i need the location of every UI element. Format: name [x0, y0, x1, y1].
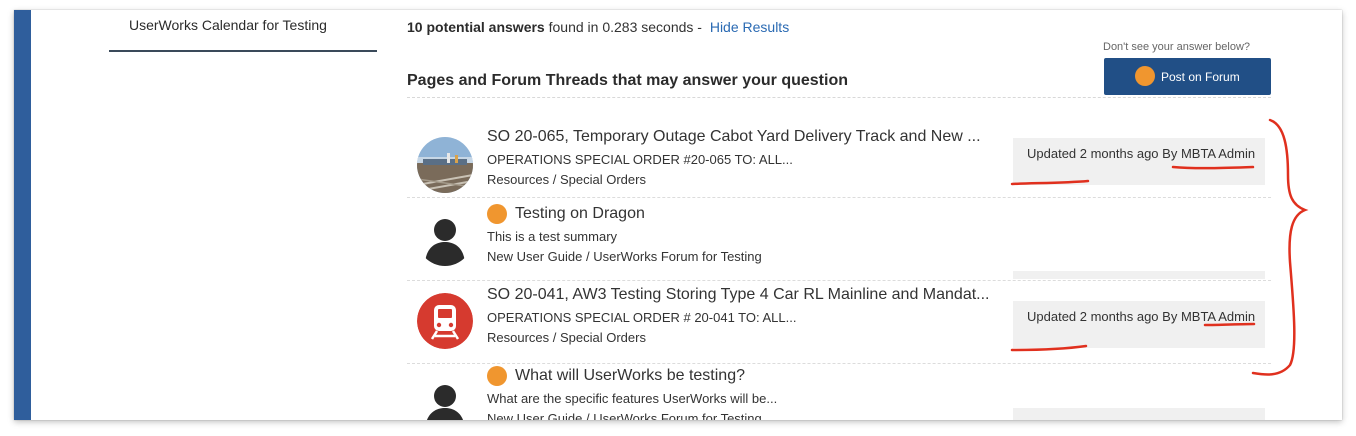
app-frame: UserWorks Calendar for Testing 10 potent… — [14, 10, 1342, 420]
result-summary: OPERATIONS SPECIAL ORDER #20-065 TO: ALL… — [487, 152, 793, 167]
section-divider — [407, 97, 1271, 98]
train-icon — [417, 293, 473, 349]
result-title-link[interactable]: Testing on Dragon — [487, 204, 1007, 224]
author-link[interactable]: MBTA Admin — [1181, 146, 1255, 161]
result-title-link[interactable]: SO 20-065, Temporary Outage Cabot Yard D… — [487, 127, 1007, 147]
result-path-link[interactable]: New User Guide / UserWorks Forum for Tes… — [487, 249, 1007, 264]
result-path-link[interactable]: New User Guide / UserWorks Forum for Tes… — [487, 411, 1007, 420]
result-meta: Updated 2 months ago By MBTA Admin — [1013, 138, 1265, 185]
results-count: 10 potential answers — [407, 19, 545, 35]
sidebar-item-calendar[interactable]: UserWorks Calendar for Testing — [109, 10, 377, 52]
user-silhouette-icon — [417, 210, 473, 266]
forum-dot-icon — [487, 366, 507, 386]
section-title: Pages and Forum Threads that may answer … — [407, 72, 848, 89]
result-title-text: SO 20-041, AW3 Testing Storing Type 4 Ca… — [487, 286, 990, 303]
result-summary: What are the specific features UserWorks… — [487, 391, 778, 406]
result-row[interactable]: Testing on Dragon This is a test summary… — [407, 198, 1271, 281]
result-row[interactable]: SO 20-041, AW3 Testing Storing Type 4 Ca… — [407, 281, 1271, 364]
yard-photo-thumbnail — [417, 137, 473, 193]
left-accent-bar — [14, 10, 31, 420]
result-title-text: What will UserWorks be testing? — [515, 367, 745, 384]
result-summary: This is a test summary — [487, 229, 618, 244]
result-meta — [1013, 271, 1265, 279]
result-title-text: Testing on Dragon — [515, 205, 645, 222]
results-time: found in 0.283 seconds - — [544, 19, 706, 35]
author-link[interactable]: MBTA Admin — [1181, 309, 1255, 324]
forum-dot-icon — [1135, 66, 1155, 86]
forum-dot-icon — [487, 204, 507, 224]
meta-updated-text: Updated 2 months ago By — [1027, 146, 1181, 161]
result-path-link[interactable]: Resources / Special Orders — [487, 172, 1007, 187]
sidebar-item-label: UserWorks Calendar for Testing — [129, 17, 327, 33]
hide-results-link[interactable]: Hide Results — [710, 19, 789, 35]
user-silhouette-icon — [417, 376, 473, 420]
result-meta: Updated 2 months ago By MBTA Admin — [1013, 301, 1265, 348]
dont-see-answer-text: Don't see your answer below? — [1103, 41, 1251, 53]
result-path-link[interactable]: Resources / Special Orders — [487, 330, 1007, 345]
meta-updated-text: Updated 2 months ago By — [1027, 309, 1181, 324]
result-title-link[interactable]: What will UserWorks be testing? — [487, 366, 1007, 386]
result-meta — [1013, 408, 1265, 420]
result-row[interactable]: What will UserWorks be testing? What are… — [407, 364, 1271, 420]
result-title-link[interactable]: SO 20-041, AW3 Testing Storing Type 4 Ca… — [487, 285, 1007, 305]
post-on-forum-label: Post on Forum — [1161, 70, 1240, 84]
result-summary: OPERATIONS SPECIAL ORDER # 20-041 TO: AL… — [487, 310, 797, 325]
result-title-text: SO 20-065, Temporary Outage Cabot Yard D… — [487, 128, 981, 145]
result-row[interactable]: SO 20-065, Temporary Outage Cabot Yard D… — [407, 115, 1271, 198]
results-summary: 10 potential answers found in 0.283 seco… — [407, 19, 789, 35]
post-on-forum-button[interactable]: Post on Forum — [1104, 58, 1271, 95]
